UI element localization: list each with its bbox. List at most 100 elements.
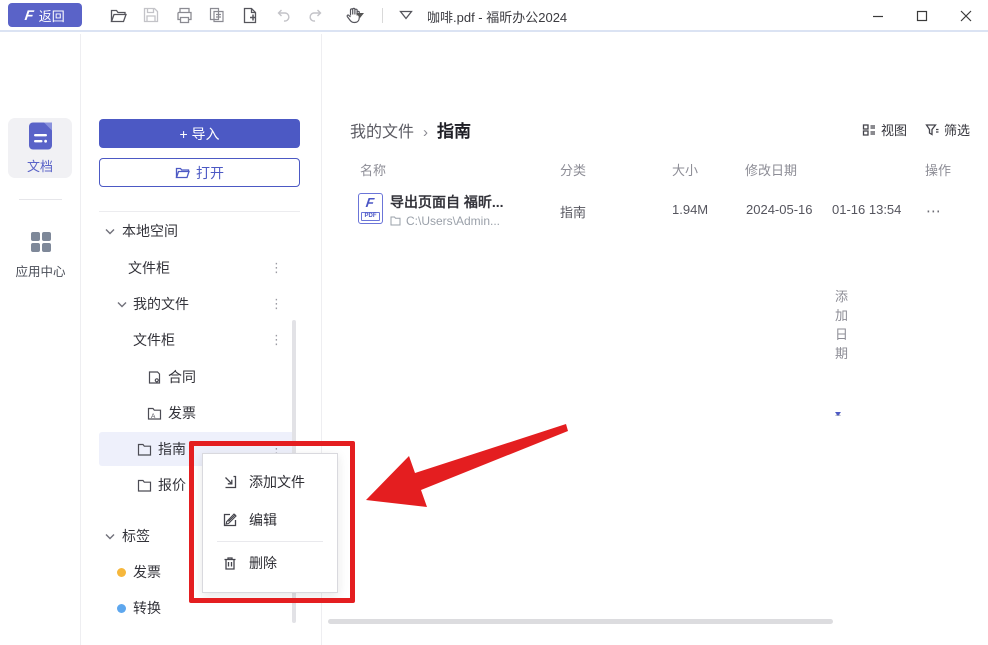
open-button[interactable]: 打开 xyxy=(99,158,300,187)
tree-item-cabinet-1[interactable]: 文件柜 ⋮ xyxy=(99,251,296,285)
contract-folder-icon xyxy=(147,370,162,385)
minimize-button[interactable] xyxy=(856,0,900,31)
file-row[interactable]: F PDF 导出页面自 福昕... C:\Users\Admin... 指南 1… xyxy=(322,186,988,242)
pdf-file-icon: F PDF xyxy=(358,193,383,224)
close-button[interactable] xyxy=(944,0,988,31)
chevron-down-icon xyxy=(105,533,115,540)
yellow-tag-dot-icon xyxy=(117,568,126,577)
hand-tool-icon[interactable] xyxy=(339,5,369,25)
tag-item-convert[interactable]: 转换 xyxy=(99,591,296,625)
tree-label: 合同 xyxy=(168,367,196,387)
kebab-menu-icon[interactable]: ⋮ xyxy=(270,323,283,357)
file-name[interactable]: 导出页面自 福昕... xyxy=(390,192,504,212)
edit-icon xyxy=(222,512,238,528)
tree-label: 转换 xyxy=(133,598,161,618)
context-menu: 添加文件 编辑 删除 xyxy=(202,453,338,593)
breadcrumb-separator: › xyxy=(423,124,428,141)
menu-divider xyxy=(217,541,323,542)
chevron-down-icon xyxy=(105,228,115,235)
file-path-text: C:\Users\Admin... xyxy=(406,214,500,228)
breadcrumb-parent[interactable]: 我的文件 xyxy=(350,118,414,142)
documents-icon xyxy=(27,121,54,151)
back-button-label: 返回 xyxy=(39,6,65,25)
filter-label: 筛选 xyxy=(944,120,970,139)
menu-item-edit[interactable]: 编辑 xyxy=(203,501,337,539)
back-button[interactable]: F 返回 xyxy=(8,3,82,27)
tree-item-local-space[interactable]: 本地空间 xyxy=(99,214,296,248)
app-grid-icon xyxy=(29,230,53,254)
tree-label: 我的文件 xyxy=(133,294,189,314)
kebab-menu-icon[interactable]: ⋮ xyxy=(270,287,283,321)
new-page-icon[interactable] xyxy=(240,5,260,25)
tree-item-contracts[interactable]: 合同 xyxy=(99,360,296,394)
header-category[interactable]: 分类 xyxy=(560,160,586,179)
header-added-label: 添加日期 xyxy=(835,286,848,362)
tree-label: 报价 xyxy=(158,475,186,495)
cell-modified: 2024-05-16 xyxy=(746,202,813,217)
menu-item-delete[interactable]: 删除 xyxy=(203,544,337,582)
panel-divider xyxy=(99,211,300,212)
foxit-logo-icon: F xyxy=(24,7,35,23)
import-button[interactable]: + 导入 xyxy=(99,119,300,148)
filter-button[interactable]: 筛选 xyxy=(925,120,970,139)
cell-added: 01-16 13:54 xyxy=(832,202,901,217)
tree-label: 本地空间 xyxy=(122,221,178,241)
blue-tag-dot-icon xyxy=(117,604,126,613)
horizontal-scrollbar[interactable] xyxy=(328,619,833,624)
header-name[interactable]: 名称 xyxy=(360,160,386,179)
menu-item-label: 添加文件 xyxy=(249,472,305,492)
left-rail: 文档 应用中心 xyxy=(0,34,81,645)
breadcrumb: 我的文件 › 指南 xyxy=(350,117,471,142)
tree-item-my-files[interactable]: 我的文件 ⋮ xyxy=(99,287,296,321)
header-modified[interactable]: 修改日期 xyxy=(745,160,797,179)
path-folder-icon xyxy=(390,216,401,226)
toolbar-separator xyxy=(382,8,383,23)
file-path: C:\Users\Admin... xyxy=(390,214,500,228)
header-actions: 操作 xyxy=(925,160,951,179)
rail-divider xyxy=(19,199,62,200)
rail-app-center-label: 应用中心 xyxy=(15,261,65,280)
view-layout-icon xyxy=(862,123,876,137)
menu-item-label: 编辑 xyxy=(249,510,277,530)
chevron-down-icon xyxy=(117,301,127,308)
view-button[interactable]: 视图 xyxy=(862,120,907,139)
tree-item-cabinet-2[interactable]: 文件柜 ⋮ xyxy=(99,323,296,357)
import-button-label: + 导入 xyxy=(179,124,219,144)
breadcrumb-current: 指南 xyxy=(437,117,471,142)
rail-item-app-center[interactable]: 应用中心 xyxy=(0,230,81,280)
collapse-ribbon-icon[interactable] xyxy=(396,5,416,25)
hand-tool-caret-icon xyxy=(356,13,364,18)
open-folder-small-icon xyxy=(175,166,190,179)
open-folder-icon[interactable] xyxy=(108,5,128,25)
add-file-icon xyxy=(222,474,238,490)
export-pages-icon[interactable] xyxy=(207,5,227,25)
tree-label: 文件柜 xyxy=(128,258,170,278)
menu-item-add-file[interactable]: 添加文件 xyxy=(203,463,337,501)
cell-size: 1.94M xyxy=(672,202,708,217)
trash-icon xyxy=(222,555,238,571)
open-button-label: 打开 xyxy=(196,163,224,183)
row-more-actions-icon[interactable]: ⋯ xyxy=(926,202,942,220)
menu-item-label: 删除 xyxy=(249,553,277,573)
svg-text:A: A xyxy=(151,413,156,420)
print-icon[interactable] xyxy=(174,5,194,25)
filter-funnel-icon xyxy=(925,123,939,137)
tree-label: 发票 xyxy=(133,562,161,582)
tree-label: 指南 xyxy=(158,439,186,459)
save-icon[interactable] xyxy=(141,5,161,25)
cell-category: 指南 xyxy=(560,202,586,221)
undo-icon[interactable] xyxy=(273,5,293,25)
header-size[interactable]: 大小 xyxy=(672,160,698,179)
file-list-area: 我的文件 › 指南 视图 筛选 名称 分类 大小 修改日期 添加日期 操作 F … xyxy=(322,34,988,645)
redo-icon[interactable] xyxy=(306,5,326,25)
folder-icon xyxy=(137,443,152,456)
kebab-menu-icon[interactable]: ⋮ xyxy=(270,251,283,285)
rail-documents-label: 文档 xyxy=(27,156,53,175)
pdf-badge: PDF xyxy=(361,212,380,221)
tree-item-invoices-folder[interactable]: A 发票 xyxy=(99,396,296,430)
pdf-letter: F xyxy=(365,195,375,210)
maximize-button[interactable] xyxy=(900,0,944,31)
tree-label: 发票 xyxy=(168,403,196,423)
window-title: 咖啡.pdf - 福昕办公2024 xyxy=(427,0,567,32)
rail-item-documents[interactable]: 文档 xyxy=(8,118,72,178)
